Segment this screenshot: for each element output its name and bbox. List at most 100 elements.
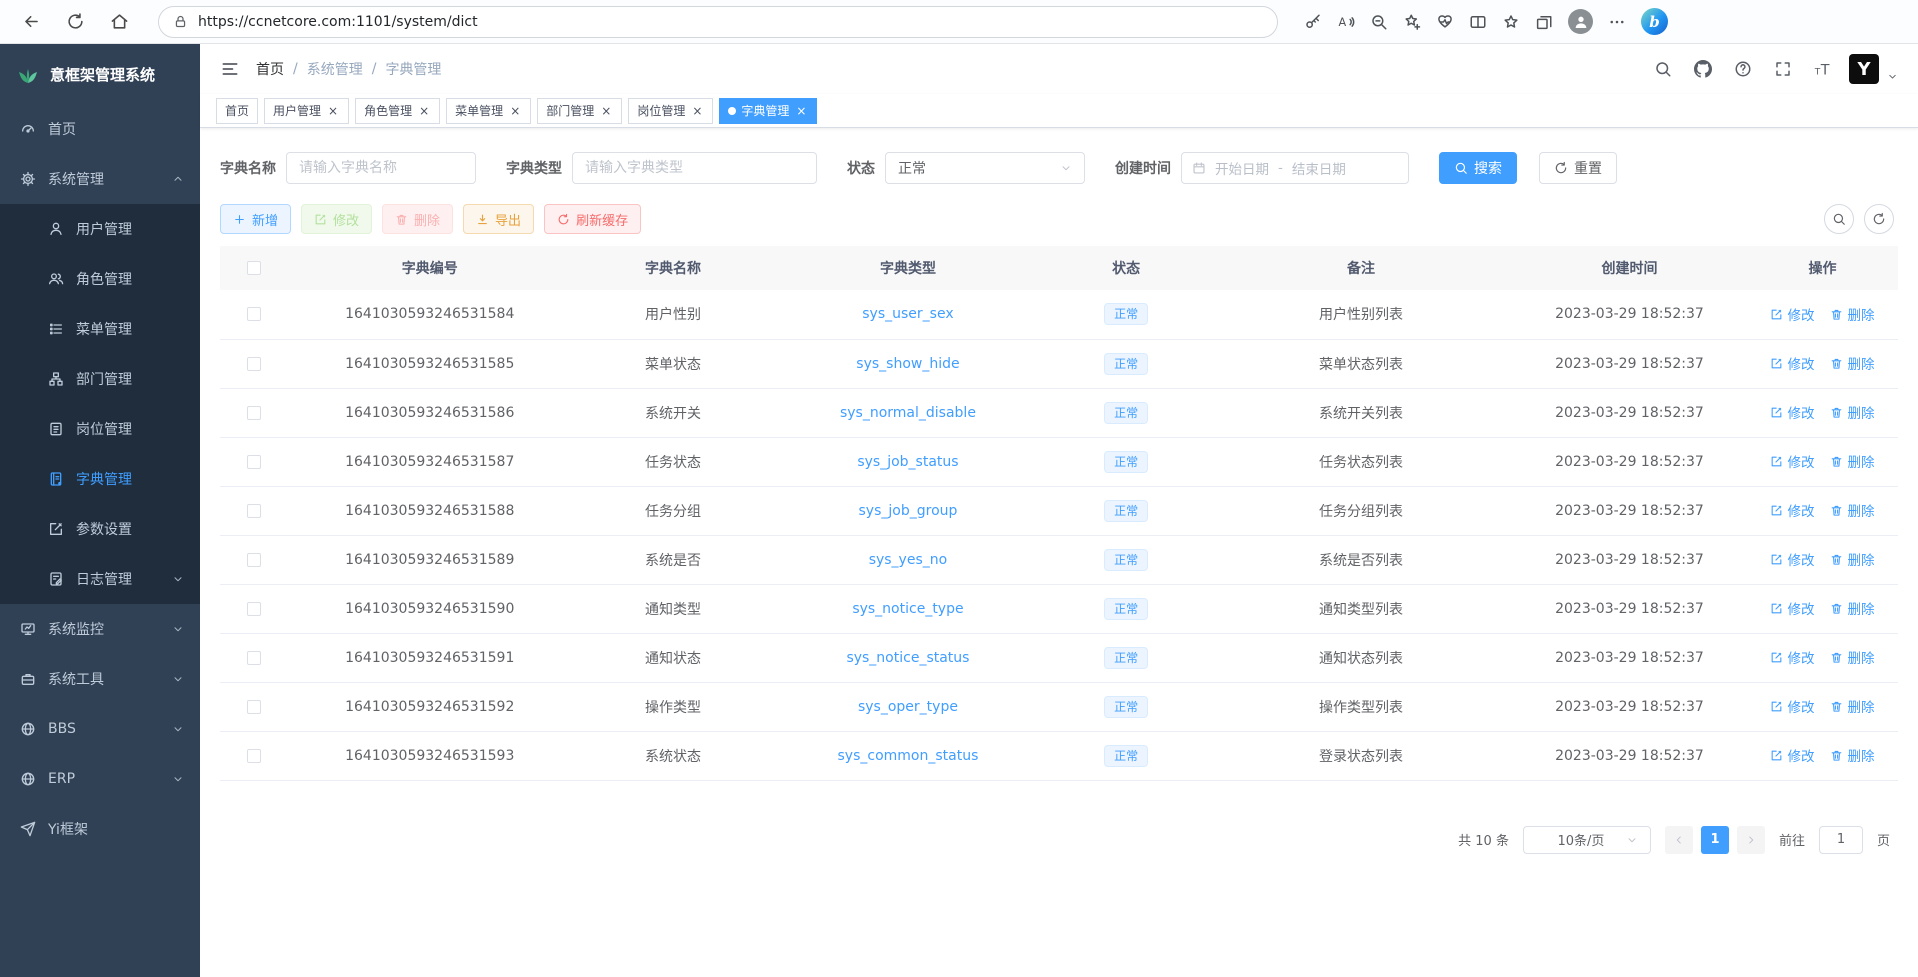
sidebar-item[interactable]: 用户管理 [0, 204, 200, 254]
current-page-button[interactable]: 1 [1701, 826, 1729, 854]
sidebar-item[interactable]: 菜单管理 [0, 304, 200, 354]
tab-item[interactable]: 菜单管理× [446, 98, 531, 124]
row-checkbox[interactable] [247, 504, 261, 518]
delete-row-button[interactable]: 删除 [1830, 304, 1874, 324]
tab-close-icon[interactable]: × [794, 104, 808, 118]
row-checkbox[interactable] [247, 651, 261, 665]
edit-row-button[interactable]: 修改 [1770, 549, 1814, 569]
row-checkbox[interactable] [247, 406, 261, 420]
browser-essentials-icon[interactable] [1436, 13, 1454, 31]
hamburger-icon[interactable] [220, 59, 240, 79]
row-checkbox[interactable] [247, 455, 261, 469]
browser-menu-icon[interactable] [1608, 13, 1626, 31]
sidebar-item[interactable]: BBS [0, 704, 200, 754]
next-page-button[interactable] [1737, 826, 1765, 854]
sidebar-item[interactable]: 系统工具 [0, 654, 200, 704]
edit-row-button[interactable]: 修改 [1770, 745, 1814, 765]
copilot-bing-icon[interactable]: b [1641, 8, 1668, 35]
favorites-icon[interactable] [1502, 13, 1520, 31]
tab-close-icon[interactable]: × [326, 104, 340, 118]
collections-icon[interactable] [1535, 13, 1553, 31]
browser-back-button[interactable] [16, 7, 46, 37]
profile-avatar[interactable] [1568, 9, 1593, 34]
row-checkbox[interactable] [247, 357, 261, 371]
zoom-out-icon[interactable] [1370, 13, 1388, 31]
tab-close-icon[interactable]: × [508, 104, 522, 118]
dict-type-input[interactable] [572, 152, 817, 184]
dict-type-link[interactable]: sys_user_sex [862, 306, 953, 322]
password-key-icon[interactable] [1304, 13, 1322, 31]
select-all-checkbox[interactable] [247, 261, 261, 275]
tab-close-icon[interactable]: × [599, 104, 613, 118]
sidebar-item[interactable]: 日志管理 [0, 554, 200, 604]
tab-item[interactable]: 部门管理× [537, 98, 622, 124]
dict-type-link[interactable]: sys_oper_type [858, 699, 958, 715]
address-bar[interactable]: https://ccnetcore.com:1101/system/dict [158, 6, 1278, 38]
delete-row-button[interactable]: 删除 [1830, 451, 1874, 471]
delete-row-button[interactable]: 删除 [1830, 500, 1874, 520]
page-size-select[interactable]: 10条/页 [1523, 826, 1651, 854]
delete-row-button[interactable]: 删除 [1830, 745, 1874, 765]
delete-row-button[interactable]: 删除 [1830, 598, 1874, 618]
sidebar-item[interactable]: 首页 [0, 104, 200, 154]
tab-item[interactable]: 用户管理× [264, 98, 349, 124]
github-icon[interactable] [1689, 55, 1717, 83]
refresh-table-button[interactable] [1864, 204, 1894, 234]
sidebar-item[interactable]: 字典管理 [0, 454, 200, 504]
delete-row-button[interactable]: 删除 [1830, 696, 1874, 716]
breadcrumb-item[interactable]: 首页 [256, 59, 284, 79]
edit-row-button[interactable]: 修改 [1770, 647, 1814, 667]
edit-row-button[interactable]: 修改 [1770, 696, 1814, 716]
toolbar-button[interactable]: 刷新缓存 [544, 204, 641, 234]
date-range-picker[interactable]: 开始日期 - 结束日期 [1181, 152, 1409, 184]
goto-page-input[interactable] [1819, 826, 1863, 854]
split-screen-icon[interactable] [1469, 13, 1487, 31]
read-aloud-icon[interactable] [1337, 13, 1355, 31]
dict-type-link[interactable]: sys_notice_type [852, 601, 963, 617]
edit-row-button[interactable]: 修改 [1770, 451, 1814, 471]
status-select[interactable]: 正常 [885, 152, 1085, 184]
edit-row-button[interactable]: 修改 [1770, 500, 1814, 520]
row-checkbox[interactable] [247, 602, 261, 616]
delete-row-button[interactable]: 删除 [1830, 549, 1874, 569]
tab-active[interactable]: 字典管理× [719, 98, 817, 124]
fullscreen-icon[interactable] [1769, 55, 1797, 83]
search-button[interactable]: 搜索 [1439, 152, 1517, 184]
sidebar-item[interactable]: 系统管理 [0, 154, 200, 204]
delete-row-button[interactable]: 删除 [1830, 647, 1874, 667]
add-button[interactable]: 新增 [220, 204, 291, 234]
delete-row-button[interactable]: 删除 [1830, 402, 1874, 422]
edit-row-button[interactable]: 修改 [1770, 304, 1814, 324]
tab-close-icon[interactable]: × [690, 104, 704, 118]
delete-row-button[interactable]: 删除 [1830, 353, 1874, 373]
dict-type-link[interactable]: sys_notice_status [846, 650, 969, 666]
sidebar-item[interactable]: 部门管理 [0, 354, 200, 404]
row-checkbox[interactable] [247, 307, 261, 321]
row-checkbox[interactable] [247, 700, 261, 714]
toolbar-button[interactable]: 导出 [463, 204, 534, 234]
row-checkbox[interactable] [247, 553, 261, 567]
toggle-search-button[interactable] [1824, 204, 1854, 234]
font-size-icon[interactable] [1809, 55, 1837, 83]
tab-item[interactable]: 岗位管理× [628, 98, 713, 124]
reset-button[interactable]: 重置 [1539, 152, 1617, 184]
row-checkbox[interactable] [247, 749, 261, 763]
edit-row-button[interactable]: 修改 [1770, 353, 1814, 373]
sidebar-item[interactable]: 岗位管理 [0, 404, 200, 454]
sidebar-item[interactable]: 系统监控 [0, 604, 200, 654]
dict-type-link[interactable]: sys_common_status [838, 748, 979, 764]
help-icon[interactable] [1729, 55, 1757, 83]
dict-type-link[interactable]: sys_normal_disable [840, 405, 976, 421]
dict-name-input[interactable] [286, 152, 476, 184]
dict-type-link[interactable]: sys_show_hide [856, 356, 959, 372]
dict-type-link[interactable]: sys_yes_no [869, 552, 948, 568]
dict-type-link[interactable]: sys_job_status [857, 454, 958, 470]
header-search-icon[interactable] [1649, 55, 1677, 83]
tab-close-icon[interactable]: × [417, 104, 431, 118]
user-logo-avatar[interactable]: Y [1849, 54, 1879, 84]
tab-item[interactable]: 角色管理× [355, 98, 440, 124]
sidebar-item[interactable]: ERP [0, 754, 200, 804]
edit-row-button[interactable]: 修改 [1770, 402, 1814, 422]
prev-page-button[interactable] [1665, 826, 1693, 854]
browser-reload-button[interactable] [60, 7, 90, 37]
